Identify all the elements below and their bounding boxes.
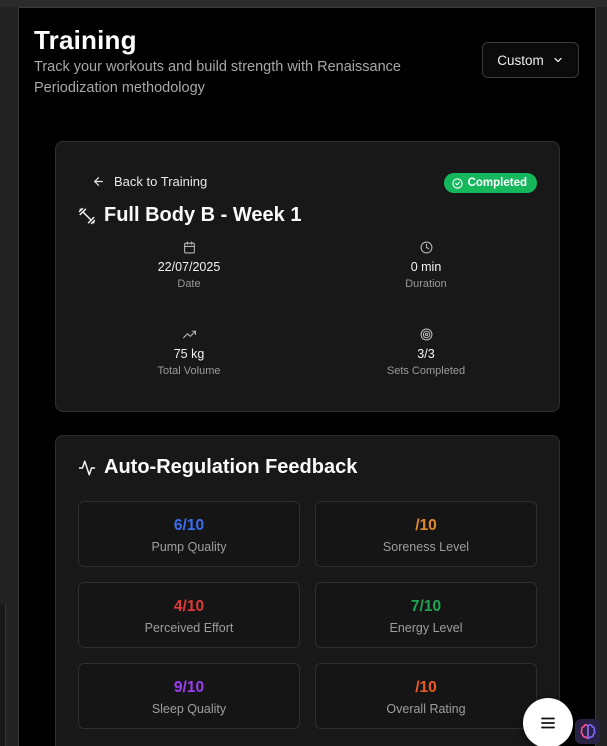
- menu-fab-button[interactable]: [523, 698, 573, 746]
- page-subtitle: Track your workouts and build strength w…: [34, 59, 401, 96]
- stat-label: Sets Completed: [386, 365, 466, 377]
- training-page: Training Track your workouts and build s…: [18, 7, 596, 746]
- workout-summary-card: Back to Training Completed Full Body B -…: [55, 141, 560, 412]
- feedback-sleep-quality: 9/10 Sleep Quality: [78, 663, 300, 729]
- stat-label: Total Volume: [157, 365, 221, 377]
- stat-value: 22/07/2025: [157, 260, 221, 274]
- check-circle-icon: [451, 177, 463, 189]
- clock-icon: [420, 241, 432, 254]
- status-badge: Completed: [443, 173, 537, 193]
- feedback-label: Pump Quality: [151, 540, 227, 554]
- feedback-title: Auto-Regulation Feedback: [78, 456, 357, 479]
- ai-assistant-button[interactable]: [575, 719, 600, 744]
- feedback-value: 9/10: [173, 679, 205, 696]
- auto-regulation-feedback-card: Auto-Regulation Feedback 6/10 Pump Quali…: [55, 435, 560, 746]
- mode-dropdown-label: Custom: [497, 52, 544, 68]
- menu-icon: [541, 717, 555, 729]
- feedback-label: Sleep Quality: [151, 702, 227, 716]
- window-top-edge: [0, 0, 607, 7]
- feedback-label: Overall Rating: [386, 702, 466, 716]
- target-icon: [420, 328, 432, 341]
- feedback-energy-level: 7/10 Energy Level: [315, 582, 537, 648]
- feedback-pump-quality: 6/10 Pump Quality: [78, 501, 300, 567]
- back-link-label: Back to Training: [114, 174, 208, 189]
- status-badge-label: Completed: [467, 177, 527, 189]
- brain-icon: [580, 723, 595, 739]
- stat-duration: 0 min Duration: [326, 241, 526, 290]
- chevron-down-icon: [554, 57, 562, 63]
- dumbbell-icon: [78, 207, 96, 224]
- calendar-icon: [183, 241, 195, 254]
- page-title: Training: [34, 25, 137, 55]
- stat-value: 3/3: [417, 347, 435, 361]
- stat-value: 75 kg: [173, 347, 205, 361]
- feedback-overall-rating: /10 Overall Rating: [315, 663, 537, 729]
- feedback-value: 4/10: [173, 598, 205, 615]
- feedback-title-text: Auto-Regulation Feedback: [104, 456, 358, 478]
- browser-frame: Training Track your workouts and build s…: [0, 0, 607, 746]
- feedback-label: Soreness Level: [382, 540, 470, 554]
- stat-date: 22/07/2025 Date: [89, 241, 289, 290]
- feedback-soreness-level: /10 Soreness Level: [315, 501, 537, 567]
- left-edge: [0, 7, 18, 746]
- feedback-value: 6/10: [173, 517, 205, 534]
- feedback-label: Energy Level: [389, 621, 463, 635]
- stat-label: Date: [177, 278, 201, 290]
- workout-title: Full Body B - Week 1: [78, 204, 301, 227]
- activity-icon: [78, 460, 96, 475]
- feedback-value: /10: [415, 679, 437, 696]
- arrow-left-icon: [94, 177, 103, 186]
- feedback-label: Perceived Effort: [144, 621, 234, 635]
- feedback-value: /10: [415, 517, 437, 534]
- trending-up-icon: [182, 330, 196, 339]
- right-edge: [596, 7, 607, 746]
- mode-dropdown-button[interactable]: Custom: [482, 42, 579, 78]
- stat-value: 0 min: [410, 260, 442, 274]
- feedback-perceived-effort: 4/10 Perceived Effort: [78, 582, 300, 648]
- workout-title-text: Full Body B - Week 1: [104, 204, 302, 226]
- feedback-value: 7/10: [410, 598, 442, 615]
- stat-label: Duration: [405, 278, 447, 290]
- back-to-training-link[interactable]: Back to Training: [92, 174, 207, 189]
- stat-total-volume: 75 kg Total Volume: [89, 328, 289, 377]
- stat-sets-completed: 3/3 Sets Completed: [326, 328, 526, 377]
